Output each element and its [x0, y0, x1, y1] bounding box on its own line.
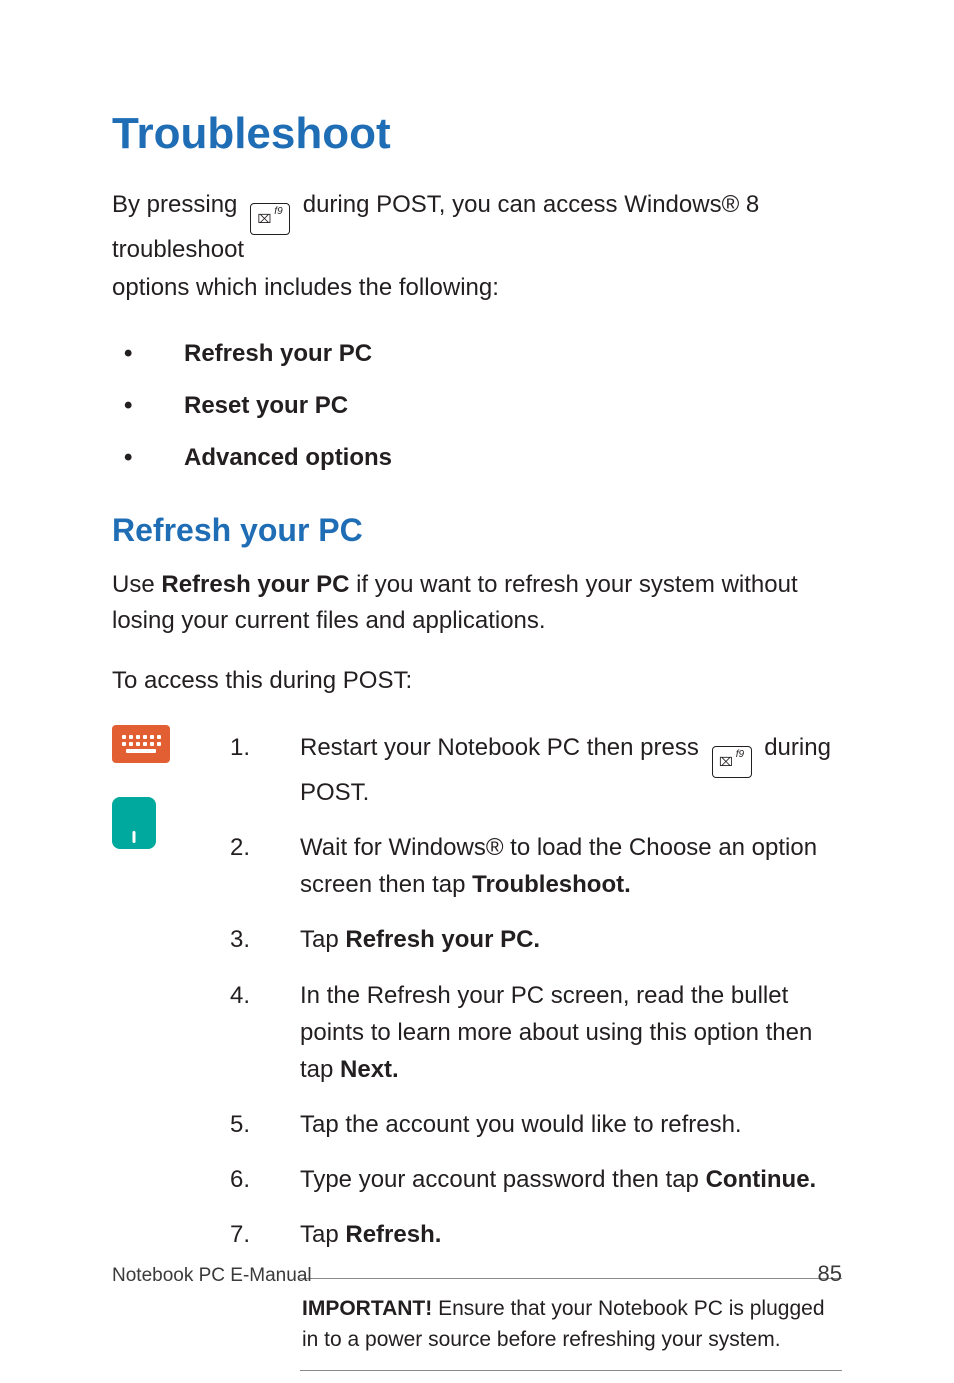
step-body: Tap Refresh your PC. [300, 921, 842, 958]
step-number [230, 977, 300, 1014]
page-title: Troubleshoot [112, 110, 842, 158]
f9-key-icon: ⌧f9 [250, 203, 290, 235]
key-glyph: ⌧ [257, 213, 271, 225]
refresh-intro-pre: Use [112, 571, 161, 598]
step-number [230, 829, 300, 866]
refresh-intro: Use Refresh your PC if you want to refre… [112, 567, 842, 639]
touchpad-icon [112, 797, 156, 849]
step-number [230, 729, 300, 766]
step-body: Tap the account you would like to refres… [300, 1106, 842, 1143]
step-4: In the Refresh your PC screen, read the … [230, 971, 842, 1101]
access-line: To access this during POST: [112, 663, 842, 699]
icon-column [112, 723, 230, 849]
step-bold: Refresh your PC. [345, 926, 540, 953]
step-2: Wait for Windows® to load the Choose an … [230, 823, 842, 915]
step-body: Wait for Windows® to load the Choose an … [300, 829, 842, 903]
step-number [230, 1106, 300, 1143]
key-fn-label: f9 [274, 207, 282, 217]
step-pre: Tap the account you would like to refres… [300, 1111, 742, 1138]
keyboard-icon [112, 725, 170, 763]
section-heading: Refresh your PC [112, 512, 842, 549]
important-callout: IMPORTANT! Ensure that your Notebook PC … [300, 1278, 842, 1371]
step-body: Type your account password then tap Cont… [300, 1161, 842, 1198]
step-body: In the Refresh your PC screen, read the … [300, 977, 842, 1089]
intro-paragraph: By pressing ⌧f9 during POST, you can acc… [112, 186, 842, 305]
step-pre: Restart your Notebook PC then press [300, 734, 706, 761]
page: Troubleshoot By pressing ⌧f9 during POST… [0, 0, 954, 1345]
step-number [230, 921, 300, 958]
step-5: Tap the account you would like to refres… [230, 1100, 842, 1155]
step-body: Restart your Notebook PC then press ⌧f9 … [300, 729, 842, 811]
refresh-intro-bold: Refresh your PC [161, 571, 349, 598]
page-number: 85 [818, 1261, 842, 1287]
step-7: Tap Refresh. IMPORTANT! Ensure that your… [230, 1210, 842, 1382]
step-number [230, 1216, 300, 1253]
step-3: Tap Refresh your PC. [230, 915, 842, 970]
step-number [230, 1161, 300, 1198]
bullet-reset: Reset your PC [112, 380, 842, 432]
intro-pre: By pressing [112, 191, 244, 218]
step-pre: Type your account password then tap [300, 1166, 706, 1193]
step-pre: Tap [300, 1221, 345, 1248]
intro-line2: options which includes the following: [112, 274, 499, 301]
bullet-refresh: Refresh your PC [112, 328, 842, 380]
step-6: Type your account password then tap Cont… [230, 1155, 842, 1210]
page-footer: Notebook PC E-Manual 85 [112, 1261, 842, 1287]
step-bold: Next. [340, 1056, 399, 1083]
f9-key-icon: ⌧f9 [712, 746, 752, 778]
bullet-advanced: Advanced options [112, 432, 842, 484]
callout-label: IMPORTANT! [302, 1297, 432, 1320]
step-bold: Continue. [706, 1166, 817, 1193]
step-bold: Refresh. [345, 1221, 441, 1248]
step-1: Restart your Notebook PC then press ⌧f9 … [230, 723, 842, 823]
step-bold: Troubleshoot. [472, 871, 631, 898]
step-body: Tap Refresh. IMPORTANT! Ensure that your… [300, 1216, 842, 1370]
options-list: Refresh your PC Reset your PC Advanced o… [112, 328, 842, 484]
step-pre: Tap [300, 926, 345, 953]
footer-title: Notebook PC E-Manual [112, 1265, 312, 1287]
